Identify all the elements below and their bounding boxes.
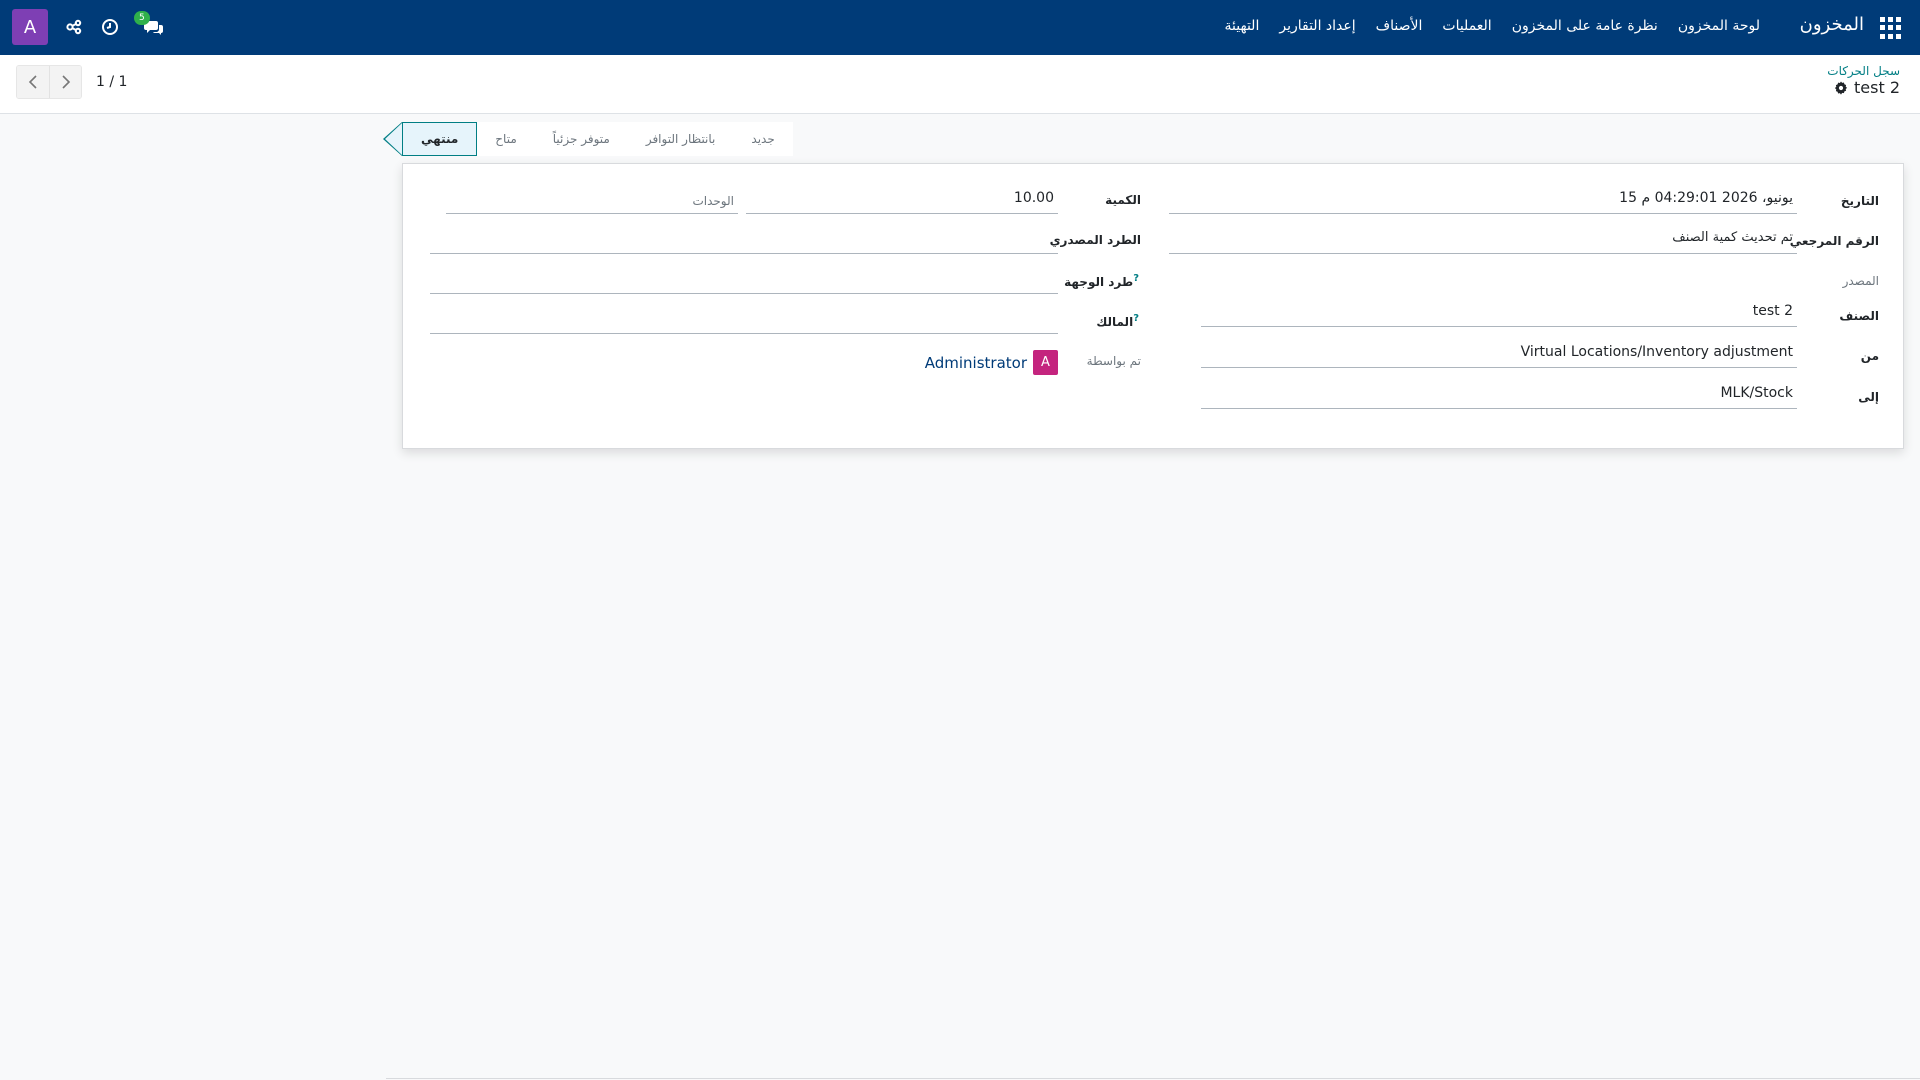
chevron-left-icon [28,75,37,89]
menu-item-operations[interactable]: العمليات [1442,18,1491,34]
help-icon[interactable]: ? [1133,313,1139,324]
status-partially-available[interactable]: متوفر جزئياً [535,122,628,156]
record-title: test 2 [1854,78,1900,97]
menu-item-products[interactable]: الأصناف [1376,18,1423,34]
menu-item-inventory-overview[interactable]: نظرة عامة على المخزون [1512,18,1658,34]
product-label: الصنف [1839,309,1879,323]
done-by-field: A Administrator [925,350,1058,375]
source-package-field[interactable] [430,230,1058,254]
done-by-label: تم بواسطة [1086,354,1141,368]
breadcrumb-current: test 2 [1827,78,1900,97]
status-new[interactable]: جديد [733,122,792,156]
reference-label: الرقم المرجعي [1789,234,1879,248]
from-label: من [1860,349,1879,363]
date-field[interactable]: 15 يونيو، 2026 04:29:01 م [1169,190,1797,214]
destination-package-field[interactable] [430,270,1058,294]
uom-field[interactable]: الوحدات [446,190,738,214]
date-label: التاريخ [1840,194,1879,208]
chat-icon[interactable]: 5 [134,11,164,37]
top-navbar: المخزون لوحة المخزون نظرة عامة على المخز… [0,0,1920,55]
chevron-right-icon [61,75,70,89]
quantity-label: الكمية [1105,193,1141,207]
user-avatar[interactable]: A [12,9,48,45]
source-package-label: الطرد المصدري [1049,233,1141,247]
chat-badge: 5 [134,11,150,25]
quantity-field[interactable]: 10.00 [746,190,1058,214]
control-panel: سجل الحركات test 2 1 / 1 [0,55,1920,114]
debug-icon[interactable] [64,17,84,37]
pager-next-button[interactable] [49,66,81,98]
clock-icon[interactable] [100,17,120,37]
help-icon[interactable]: ? [1133,273,1139,284]
pager: 1 / 1 [16,65,127,99]
status-done[interactable]: منتهي [382,122,478,156]
reference-field[interactable]: تم تحديث كمية الصنف [1169,230,1797,254]
menu-item-reporting[interactable]: إعداد التقارير [1279,18,1355,34]
source-label: المصدر [1842,274,1879,288]
form-sheet: التاريخ الرقم المرجعي المصدر الصنف من إل… [402,163,1904,449]
menu-item-inventory-dashboard[interactable]: لوحة المخزون [1678,18,1760,34]
app-brand[interactable]: المخزون [1800,14,1864,35]
main-menu: لوحة المخزون نظرة عامة على المخزون العمل… [1225,18,1760,34]
breadcrumb-parent[interactable]: سجل الحركات [1827,64,1900,78]
gear-icon[interactable] [1834,80,1848,95]
pager-buttons [16,65,82,99]
destination-package-label: طرد الوجهة? [1064,273,1139,289]
product-field[interactable]: test 2 [1201,303,1797,327]
status-bar: جديد بانتظار التوافر متوفر جزئياً متاح م… [382,122,793,156]
pager-previous-button[interactable] [17,66,49,98]
status-waiting[interactable]: بانتظار التوافر [628,122,734,156]
bottom-divider [386,1078,1920,1079]
done-by-avatar: A [1033,350,1058,375]
status-available[interactable]: متاح [477,122,534,156]
owner-label: المالك? [1096,313,1139,329]
breadcrumb: سجل الحركات test 2 [1827,64,1900,97]
owner-field[interactable] [430,310,1058,334]
done-by-user-link[interactable]: Administrator [925,354,1027,372]
systray: A 5 [12,9,164,45]
menu-item-configuration[interactable]: التهيئة [1225,18,1260,34]
pager-value[interactable]: 1 / 1 [96,74,127,90]
to-label: إلى [1858,390,1879,404]
destination-location-field[interactable]: MLK/Stock [1201,385,1797,409]
source-location-field[interactable]: Virtual Locations/Inventory adjustment [1201,344,1797,368]
apps-menu-icon[interactable] [1880,17,1902,39]
